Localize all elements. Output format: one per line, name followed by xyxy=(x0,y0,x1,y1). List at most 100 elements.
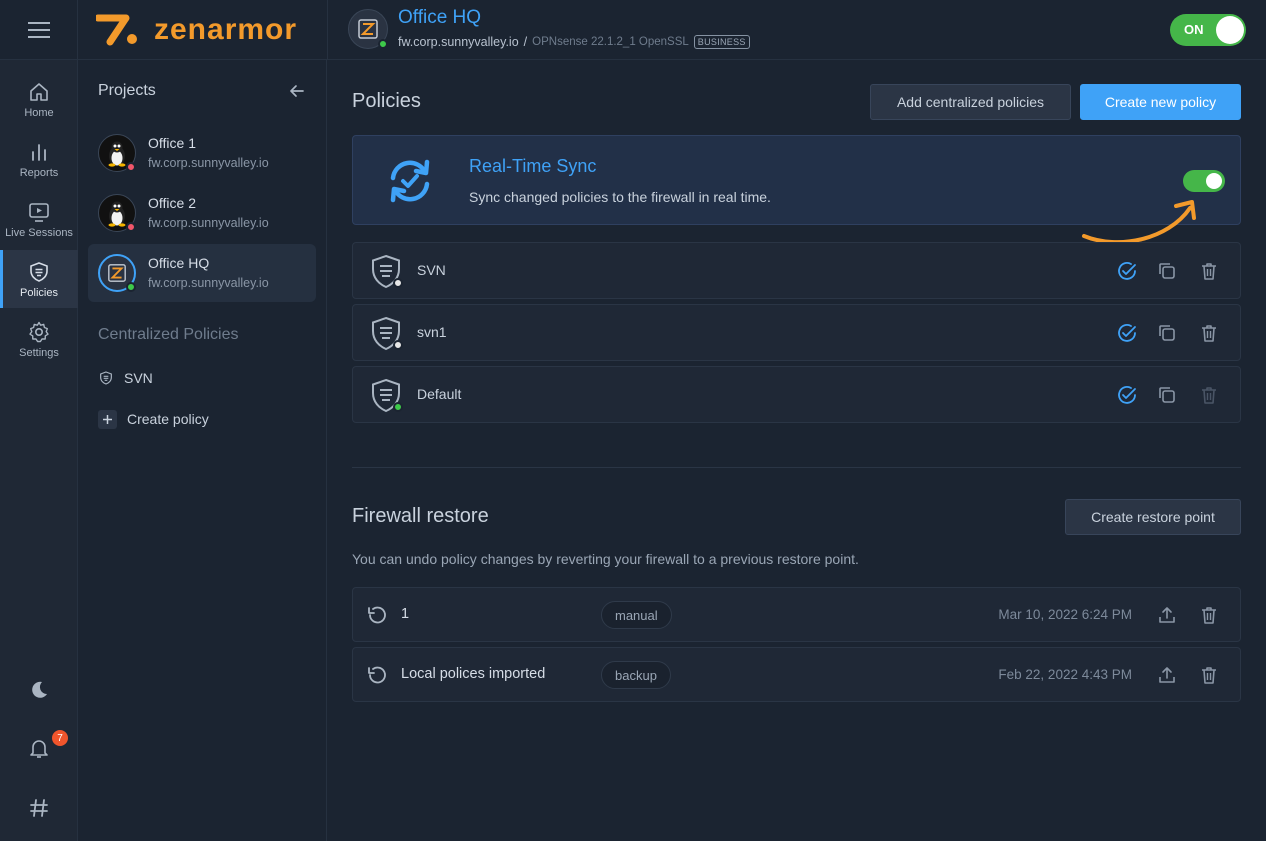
project-item-office-1[interactable]: Office 1 fw.corp.sunnyvalley.io xyxy=(88,124,316,182)
shield-icon xyxy=(100,371,112,385)
tux-penguin-icon xyxy=(108,201,126,227)
create-policy-link[interactable]: Create policy xyxy=(98,407,209,431)
main-nav-rail: Home Reports Live Sessions Policies Sett… xyxy=(0,60,78,841)
nav-home-label: Home xyxy=(24,106,54,119)
real-time-sync-toggle[interactable] xyxy=(1183,170,1225,192)
edition-badge: BUSINESS xyxy=(693,35,750,49)
policy-name: Default xyxy=(417,386,462,402)
arrow-left-icon xyxy=(290,85,304,97)
nav-settings[interactable]: Settings xyxy=(0,310,78,368)
project-host: fw.corp.sunnyvalley.io xyxy=(148,156,269,170)
centralized-policy-label: SVN xyxy=(124,370,153,386)
apply-policy-button[interactable] xyxy=(1115,259,1139,283)
status-offline-dot xyxy=(126,222,136,232)
trash-icon xyxy=(1202,607,1216,624)
copy-icon xyxy=(1159,387,1175,403)
restore-type-tag: backup xyxy=(601,661,671,689)
project-name: Office 1 xyxy=(148,135,196,151)
chart-icon xyxy=(32,143,46,161)
sync-description: Sync changed policies to the firewall in… xyxy=(469,189,771,205)
brand-logo[interactable]: zenarmor xyxy=(96,12,297,48)
status-offline-dot xyxy=(126,162,136,172)
delete-restore-point-button[interactable] xyxy=(1197,603,1221,627)
project-item-office-2[interactable]: Office 2 fw.corp.sunnyvalley.io xyxy=(88,184,316,242)
project-host: fw.corp.sunnyvalley.io xyxy=(148,216,269,230)
policy-status-dot xyxy=(393,402,403,412)
theme-toggle[interactable] xyxy=(0,670,78,710)
tux-penguin-icon xyxy=(108,141,126,167)
create-restore-point-button[interactable]: Create restore point xyxy=(1065,499,1241,535)
project-item-office-hq[interactable]: Office HQ fw.corp.sunnyvalley.io xyxy=(88,244,316,302)
firewall-avatar[interactable] xyxy=(348,9,388,49)
projects-title: Projects xyxy=(98,82,156,99)
hash-button[interactable] xyxy=(0,788,78,828)
restore-point-row[interactable]: Local polices imported backup Feb 22, 20… xyxy=(352,647,1241,702)
policy-status-dot xyxy=(393,278,403,288)
duplicate-policy-button[interactable] xyxy=(1155,383,1179,407)
policy-name: SVN xyxy=(417,262,446,278)
hash-icon xyxy=(30,799,48,817)
status-online-dot xyxy=(378,39,388,49)
zenarmor-logo-icon xyxy=(96,14,137,46)
linux-avatar xyxy=(98,134,136,172)
trash-icon xyxy=(1202,387,1216,404)
section-divider xyxy=(352,467,1241,468)
check-circle-icon xyxy=(1118,324,1136,342)
project-name: Office 2 xyxy=(148,195,196,211)
upload-icon xyxy=(1159,607,1175,623)
nav-policies[interactable]: Policies xyxy=(0,250,78,308)
history-icon xyxy=(368,666,386,684)
policies-title: Policies xyxy=(352,90,421,112)
trash-icon xyxy=(1202,263,1216,280)
copy-icon xyxy=(1159,325,1175,341)
menu-icon[interactable] xyxy=(0,0,78,60)
restore-point-row[interactable]: 1 manual Mar 10, 2022 6:24 PM xyxy=(352,587,1241,642)
delete-restore-point-button[interactable] xyxy=(1197,663,1221,687)
restore-button[interactable] xyxy=(1155,663,1179,687)
add-centralized-policies-button[interactable]: Add centralized policies xyxy=(870,84,1071,120)
duplicate-policy-button[interactable] xyxy=(1155,321,1179,345)
policy-row-svn[interactable]: SVN xyxy=(352,242,1241,299)
copy-icon xyxy=(1159,263,1175,279)
sync-title: Real-Time Sync xyxy=(469,156,597,176)
restore-point-date: Mar 10, 2022 6:24 PM xyxy=(998,607,1132,622)
create-new-policy-button[interactable]: Create new policy xyxy=(1080,84,1241,120)
zenarmor-avatar xyxy=(98,254,136,292)
restore-description: You can undo policy changes by reverting… xyxy=(352,551,859,567)
trash-icon xyxy=(1202,325,1216,342)
duplicate-policy-button[interactable] xyxy=(1155,259,1179,283)
shield-icon xyxy=(30,261,48,282)
nav-live-sessions-label: Live Sessions xyxy=(5,226,73,239)
firewall-version: OPNsense 22.1.2_1 OpenSSL xyxy=(532,36,689,48)
gear-icon xyxy=(29,321,49,342)
restore-point-date: Feb 22, 2022 4:43 PM xyxy=(998,667,1132,682)
divider xyxy=(327,0,328,60)
apply-policy-button[interactable] xyxy=(1115,383,1139,407)
nav-live-sessions[interactable]: Live Sessions xyxy=(0,190,78,248)
check-circle-icon xyxy=(1118,386,1136,404)
nav-home[interactable]: Home xyxy=(0,70,78,128)
separator: / xyxy=(523,35,528,49)
nav-reports-label: Reports xyxy=(19,166,59,179)
zenarmor-device-icon xyxy=(108,264,126,282)
nav-policies-label: Policies xyxy=(20,286,58,299)
engine-power-toggle[interactable]: ON xyxy=(1170,14,1246,46)
status-online-dot xyxy=(126,282,136,292)
collapse-panel-button[interactable] xyxy=(286,80,308,102)
delete-policy-button[interactable] xyxy=(1197,321,1221,345)
nav-reports[interactable]: Reports xyxy=(0,130,78,188)
check-circle-icon xyxy=(1118,262,1136,280)
notification-count-badge: 7 xyxy=(52,730,68,746)
policy-row-default[interactable]: Default xyxy=(352,366,1241,423)
policy-row-svn1[interactable]: svn1 xyxy=(352,304,1241,361)
centralized-policy-svn[interactable]: SVN xyxy=(98,366,153,390)
delete-policy-button[interactable] xyxy=(1197,259,1221,283)
firewall-title[interactable]: Office HQ xyxy=(398,7,481,29)
delete-policy-button xyxy=(1197,383,1221,407)
restore-button[interactable] xyxy=(1155,603,1179,627)
plus-icon xyxy=(98,409,117,429)
monitor-play-icon xyxy=(29,202,49,222)
projects-panel: Projects Office 1 fw.corp.sunnyvalley.io… xyxy=(78,60,327,841)
policy-status-dot xyxy=(393,340,403,350)
apply-policy-button[interactable] xyxy=(1115,321,1139,345)
